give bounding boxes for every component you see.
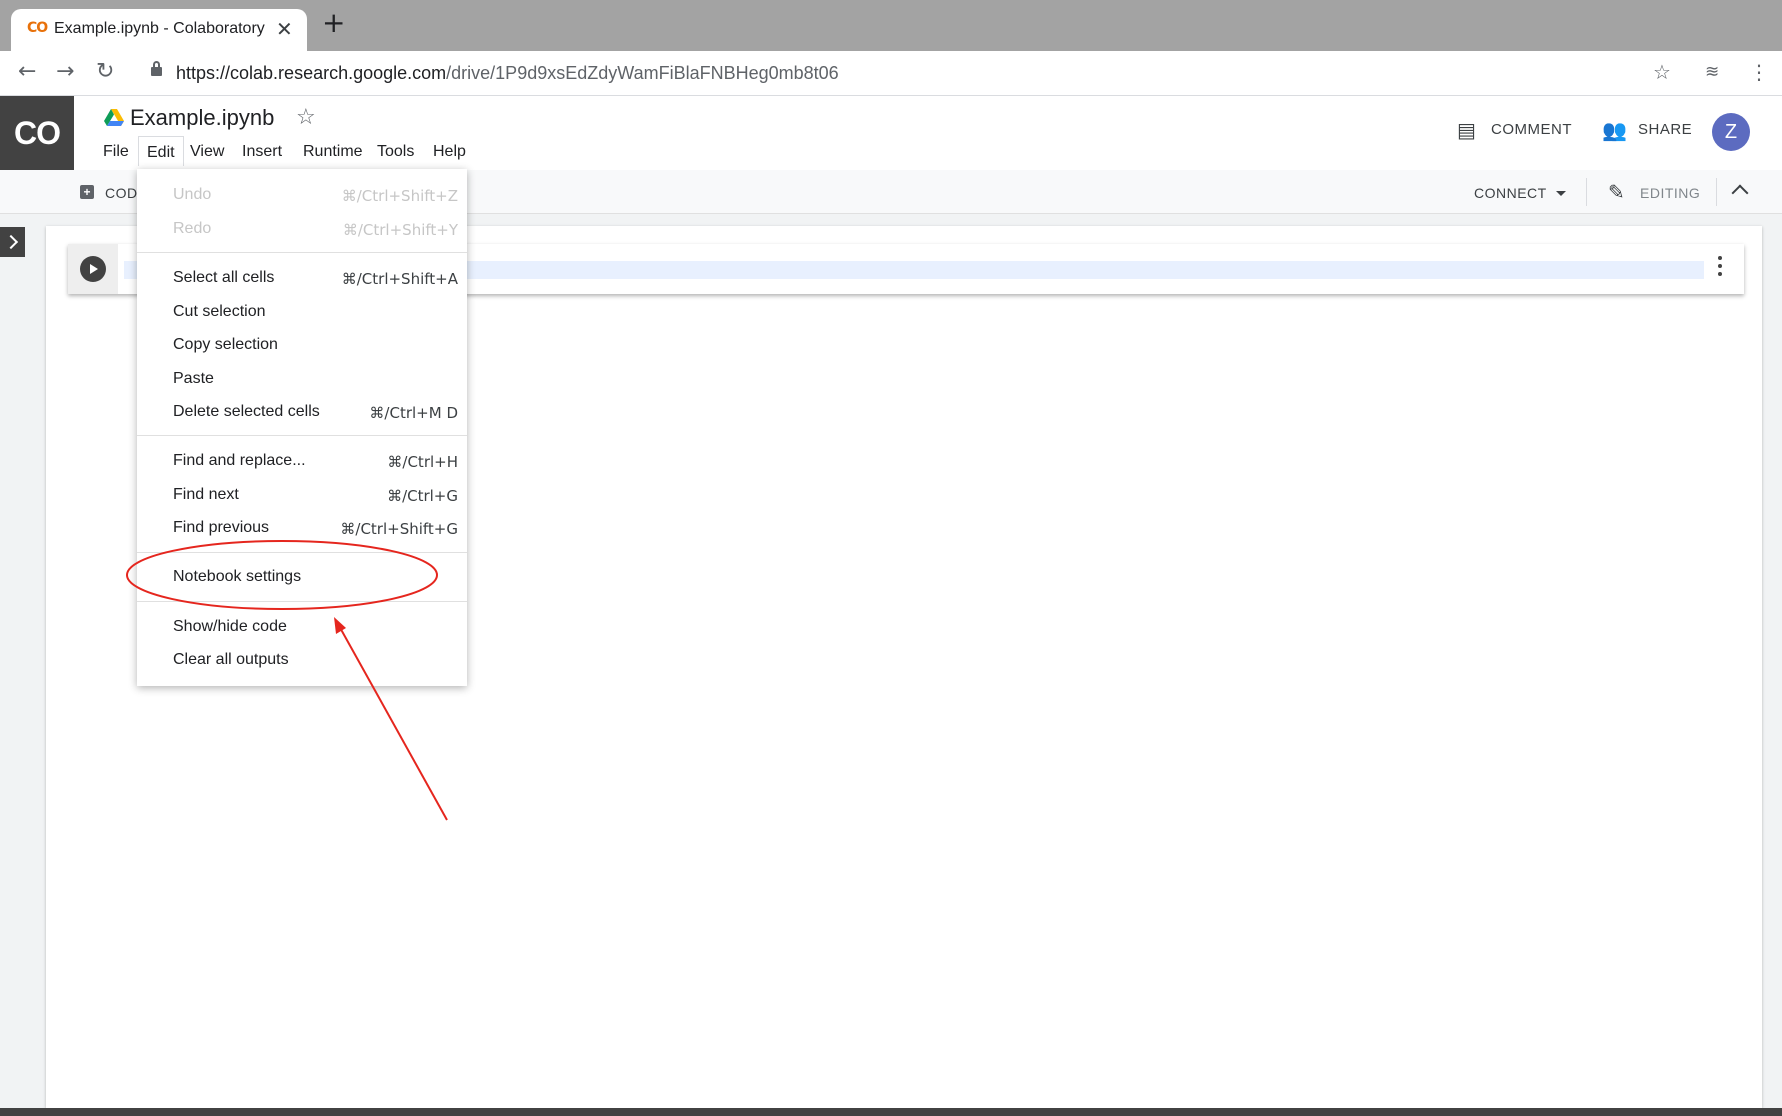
menu-item-label: Delete selected cells bbox=[173, 403, 320, 420]
menu-file[interactable]: File bbox=[95, 140, 137, 164]
menu-view[interactable]: View bbox=[182, 140, 232, 164]
toolbar-divider bbox=[1716, 178, 1717, 206]
menu-tools[interactable]: Tools bbox=[369, 140, 422, 164]
back-icon[interactable]: ← bbox=[18, 59, 36, 84]
browser-tab-strip: CO Example.ipynb - Colaboratory ✕ + bbox=[0, 0, 1782, 51]
editing-mode-label[interactable]: EDITING bbox=[1640, 185, 1700, 201]
bookmark-star-icon[interactable]: ☆ bbox=[1653, 60, 1671, 84]
menu-item-shortcut: ⌘/Ctrl+Shift+A bbox=[341, 270, 458, 288]
menu-item-label: Find previous bbox=[173, 519, 270, 536]
connect-button[interactable]: CONNECT bbox=[1474, 185, 1547, 201]
menu-separator bbox=[137, 601, 467, 602]
chevron-down-icon[interactable] bbox=[1556, 191, 1566, 196]
menu-item-shortcut: ⌘/Ctrl+Shift+Y bbox=[342, 221, 458, 239]
menu-item-shortcut: ⌘/Ctrl+M D bbox=[369, 404, 458, 422]
menu-item-clear-all-outputs[interactable]: Clear all outputs bbox=[137, 644, 467, 678]
add-code-button[interactable]: COD bbox=[105, 185, 138, 201]
edit-menu-dropdown: Undo ⌘/Ctrl+Shift+Z Redo ⌘/Ctrl+Shift+Y … bbox=[137, 169, 467, 686]
url-path: /drive/1P9d9xsEdZdyWamFiBlaFNBHeg0mb8t06 bbox=[446, 63, 839, 83]
menu-item-shortcut: ⌘/Ctrl+G bbox=[387, 487, 458, 505]
bottom-bar bbox=[0, 1108, 1782, 1116]
chevron-up-icon[interactable] bbox=[1731, 184, 1749, 202]
menu-edit[interactable]: Edit bbox=[138, 136, 184, 166]
menu-item-label: Find and replace... bbox=[173, 452, 306, 469]
cell-gutter bbox=[68, 244, 118, 294]
reload-icon[interactable]: ↻ bbox=[96, 59, 114, 84]
menu-help[interactable]: Help bbox=[425, 140, 474, 164]
url-field[interactable]: https://colab.research.google.com/drive/… bbox=[176, 63, 839, 84]
new-tab-icon[interactable]: + bbox=[322, 9, 345, 37]
menu-item-label: Copy selection bbox=[173, 336, 278, 353]
drive-icon bbox=[104, 109, 124, 126]
menu-item-label: Cut selection bbox=[173, 303, 266, 320]
star-icon[interactable]: ☆ bbox=[296, 105, 316, 130]
url-host: https://colab.research.google.com bbox=[176, 63, 447, 83]
menu-item-undo: Undo ⌘/Ctrl+Shift+Z bbox=[137, 179, 467, 213]
cell-more-icon[interactable] bbox=[1718, 256, 1722, 282]
address-bar: ← → ↻ https://colab.research.google.com/… bbox=[0, 51, 1782, 96]
menu-item-find-previous[interactable]: Find previous ⌘/Ctrl+Shift+G bbox=[137, 512, 467, 546]
comment-icon[interactable]: ▤ bbox=[1457, 118, 1476, 142]
extension-icon[interactable]: ≋ bbox=[1705, 62, 1719, 82]
menu-item-label: Show/hide code bbox=[173, 618, 287, 635]
forward-icon[interactable]: → bbox=[56, 59, 74, 84]
toolbar-divider bbox=[1586, 178, 1587, 206]
menu-item-find-and-replace[interactable]: Find and replace... ⌘/Ctrl+H bbox=[137, 445, 467, 479]
close-tab-icon[interactable]: ✕ bbox=[276, 17, 293, 42]
menu-item-label: Paste bbox=[173, 370, 214, 387]
share-people-icon[interactable]: 👥 bbox=[1602, 118, 1627, 142]
menu-runtime[interactable]: Runtime bbox=[295, 140, 371, 164]
comment-button[interactable]: COMMENT bbox=[1491, 121, 1572, 138]
menu-separator bbox=[137, 252, 467, 253]
colab-logo[interactable]: CO bbox=[0, 96, 74, 170]
more-icon[interactable]: ⋮ bbox=[1749, 60, 1769, 84]
menu-item-find-next[interactable]: Find next ⌘/Ctrl+G bbox=[137, 479, 467, 513]
menu-item-redo: Redo ⌘/Ctrl+Shift+Y bbox=[137, 213, 467, 247]
menu-item-label: Redo bbox=[173, 220, 212, 237]
screen: CO Example.ipynb - Colaboratory ✕ + ← → … bbox=[0, 0, 1782, 1116]
menu-item-label: Undo bbox=[173, 186, 212, 203]
menu-item-label: Clear all outputs bbox=[173, 651, 289, 668]
add-code-icon[interactable]: + bbox=[80, 185, 94, 199]
browser-tab[interactable]: CO Example.ipynb - Colaboratory ✕ bbox=[11, 9, 307, 51]
menu-item-show-hide-code[interactable]: Show/hide code bbox=[137, 611, 467, 645]
menu-item-label: Notebook settings bbox=[173, 568, 302, 585]
menu-item-label: Find next bbox=[173, 486, 239, 503]
colab-favicon-icon: CO bbox=[27, 20, 48, 36]
menu-item-select-all-cells[interactable]: Select all cells ⌘/Ctrl+Shift+A bbox=[137, 262, 467, 296]
menu-item-label: Select all cells bbox=[173, 269, 275, 286]
menu-separator bbox=[137, 552, 467, 553]
menu-item-cut-selection[interactable]: Cut selection bbox=[137, 296, 467, 330]
share-button[interactable]: SHARE bbox=[1638, 121, 1692, 138]
pencil-icon: ✎ bbox=[1608, 180, 1625, 204]
menu-item-shortcut: ⌘/Ctrl+H bbox=[387, 453, 458, 471]
menu-item-delete-selected-cells[interactable]: Delete selected cells ⌘/Ctrl+M D bbox=[137, 396, 467, 430]
menu-separator bbox=[137, 435, 467, 436]
menu-item-notebook-settings[interactable]: Notebook settings bbox=[137, 561, 467, 595]
lock-icon[interactable] bbox=[151, 61, 162, 76]
menu-item-paste[interactable]: Paste bbox=[137, 363, 467, 397]
side-panel-toggle[interactable] bbox=[0, 227, 25, 257]
menu-item-shortcut: ⌘/Ctrl+Shift+Z bbox=[341, 187, 458, 205]
menu-item-shortcut: ⌘/Ctrl+Shift+G bbox=[340, 520, 458, 538]
menu-insert[interactable]: Insert bbox=[234, 140, 290, 164]
run-cell-icon[interactable] bbox=[80, 256, 106, 282]
menu-item-copy-selection[interactable]: Copy selection bbox=[137, 329, 467, 363]
avatar[interactable]: Z bbox=[1712, 113, 1750, 151]
tab-title: Example.ipynb - Colaboratory bbox=[54, 20, 265, 37]
colab-header: CO Example.ipynb ☆ File Edit View Insert… bbox=[0, 96, 1782, 170]
notebook-title[interactable]: Example.ipynb bbox=[130, 105, 274, 131]
